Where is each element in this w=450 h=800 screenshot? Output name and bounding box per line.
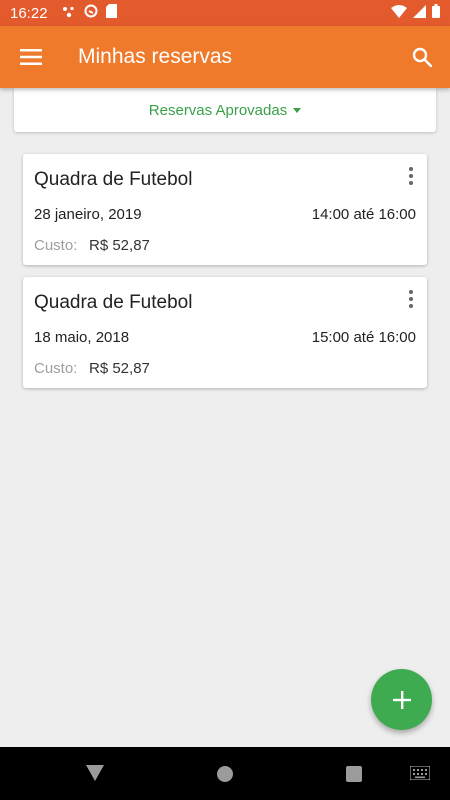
back-icon[interactable] bbox=[86, 765, 104, 786]
search-button[interactable] bbox=[394, 26, 450, 88]
battery-icon bbox=[432, 4, 440, 22]
status-filter-dropdown[interactable]: Reservas Aprovadas bbox=[14, 88, 436, 132]
booking-date: 28 janeiro, 2019 bbox=[34, 206, 142, 223]
cost-value: R$ 52,87 bbox=[89, 360, 150, 377]
plus-icon bbox=[392, 690, 411, 709]
notification-dots-icon bbox=[62, 5, 76, 22]
more-options-icon[interactable] bbox=[399, 162, 423, 190]
wifi-icon bbox=[391, 4, 407, 22]
booking-title: Quadra de Futebol bbox=[34, 169, 193, 190]
cost-label: Custo: bbox=[34, 360, 78, 377]
home-icon[interactable] bbox=[217, 766, 233, 782]
add-booking-button[interactable] bbox=[371, 669, 432, 730]
system-nav-bar bbox=[0, 747, 450, 800]
booking-card[interactable]: Quadra de Futebol 18 maio, 2018 15:00 at… bbox=[23, 277, 427, 388]
booking-card[interactable]: Quadra de Futebol 28 janeiro, 2019 14:00… bbox=[23, 154, 427, 265]
booking-time: 15:00 até 16:00 bbox=[311, 329, 416, 346]
status-time: 16:22 bbox=[10, 4, 48, 22]
hamburger-menu-icon bbox=[20, 49, 42, 65]
app-bar: Minhas reservas bbox=[0, 26, 450, 88]
more-options-icon[interactable] bbox=[399, 285, 423, 313]
page-title: Minhas reservas bbox=[78, 45, 233, 68]
recents-icon[interactable] bbox=[346, 766, 362, 782]
status-bar: 16:22 bbox=[0, 0, 450, 26]
keyboard-icon[interactable] bbox=[409, 765, 431, 785]
cost-value: R$ 52,87 bbox=[89, 237, 150, 254]
sd-card-icon bbox=[105, 4, 117, 22]
booking-title: Quadra de Futebol bbox=[34, 292, 193, 313]
dropdown-caret-icon bbox=[293, 107, 302, 113]
search-icon bbox=[412, 47, 432, 67]
at-sign-icon bbox=[84, 4, 98, 22]
booking-date: 18 maio, 2018 bbox=[34, 329, 130, 346]
cost-label: Custo: bbox=[34, 237, 78, 254]
booking-time: 14:00 até 16:00 bbox=[311, 206, 416, 223]
menu-button[interactable] bbox=[0, 26, 62, 88]
cellular-signal-icon bbox=[413, 4, 426, 22]
filter-label: Reservas Aprovadas bbox=[148, 101, 288, 119]
